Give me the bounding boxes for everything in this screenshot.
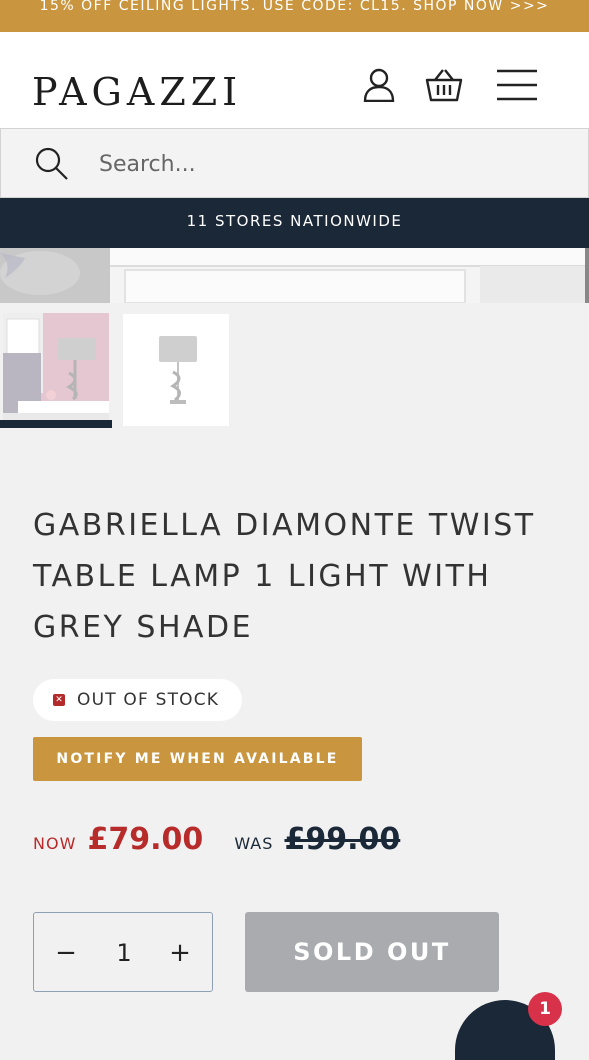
thumbnail-2[interactable] bbox=[123, 314, 229, 426]
stores-bar[interactable]: 11 STORES NATIONWIDE bbox=[0, 198, 589, 248]
basket-icon[interactable] bbox=[425, 68, 463, 106]
promo-banner[interactable]: 15% OFF CEILING LIGHTS. USE CODE: CL15. … bbox=[0, 0, 589, 32]
product-title: GABRIELLA DIAMONTE TWIST TABLE LAMP 1 LI… bbox=[33, 508, 536, 645]
quantity-increase-button[interactable]: + bbox=[162, 933, 198, 973]
stores-text: 11 STORES NATIONWIDE bbox=[186, 212, 403, 230]
site-header: PAGAZZI bbox=[0, 32, 589, 128]
sold-out-button[interactable]: SOLD OUT bbox=[245, 912, 499, 992]
quantity-value[interactable]: 1 bbox=[94, 933, 154, 973]
was-label: WAS bbox=[234, 834, 274, 853]
promo-text: 15% OFF CEILING LIGHTS. USE CODE: CL15. … bbox=[39, 0, 550, 14]
thumbnail-1[interactable] bbox=[3, 313, 109, 425]
now-label: NOW bbox=[33, 834, 77, 853]
search-icon[interactable] bbox=[35, 147, 69, 185]
search-input[interactable] bbox=[99, 147, 539, 181]
was-price: £99.00 bbox=[284, 822, 401, 857]
product-main-image[interactable] bbox=[0, 248, 589, 303]
chat-notification-badge: 1 bbox=[528, 992, 562, 1026]
account-icon[interactable] bbox=[362, 68, 396, 106]
now-price: £79.00 bbox=[87, 822, 204, 857]
thumbnail-active-indicator bbox=[0, 420, 112, 428]
menu-icon[interactable] bbox=[497, 69, 537, 105]
stock-status-text: OUT OF STOCK bbox=[77, 690, 220, 710]
search-bar bbox=[0, 128, 589, 198]
quantity-stepper: − 1 + bbox=[33, 912, 213, 992]
stock-status-badge: ✕ OUT OF STOCK bbox=[33, 679, 242, 721]
close-icon: ✕ bbox=[53, 694, 65, 706]
price-block: NOW £79.00 WAS £99.00 bbox=[33, 822, 400, 872]
notify-me-button[interactable]: NOTIFY ME WHEN AVAILABLE bbox=[33, 737, 362, 781]
site-logo[interactable]: PAGAZZI bbox=[32, 70, 242, 114]
quantity-decrease-button[interactable]: − bbox=[48, 933, 84, 973]
